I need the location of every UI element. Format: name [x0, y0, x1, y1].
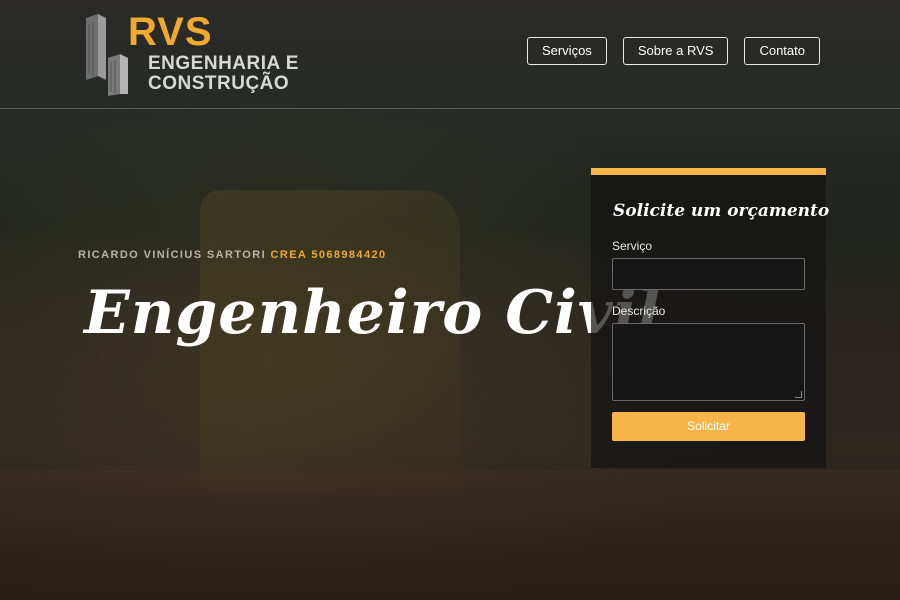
service-input[interactable] [612, 258, 805, 290]
textarea-resize-handle[interactable] [795, 391, 802, 398]
nav-sobre-button[interactable]: Sobre a RVS [622, 37, 729, 65]
engineer-credentials: RICARDO VINÍCIUS SARTORI CREA 5068984420 [78, 249, 387, 261]
logo-rvs-text: RVS [128, 10, 213, 54]
nav-servicos-button[interactable]: Serviços [526, 37, 607, 65]
description-textarea[interactable] [612, 323, 805, 401]
description-label: Descrição [612, 304, 666, 318]
crea-number: CREA 5068984420 [270, 249, 387, 261]
quote-form-title: Solicite um orçamento [613, 201, 830, 221]
main-nav: Serviços Sobre a RVS Contato [526, 37, 820, 65]
engineer-name: RICARDO VINÍCIUS SARTORI [78, 249, 267, 261]
nav-contato-button[interactable]: Contato [744, 37, 820, 65]
rvs-logo[interactable]: RVS ENGENHARIA E CONSTRUÇÃO [84, 10, 299, 96]
solicitar-button[interactable]: Solicitar [612, 412, 805, 441]
logo-subtitle: ENGENHARIA E CONSTRUÇÃO [148, 54, 299, 94]
hero-title: Engenheiro Civil [84, 278, 662, 348]
quote-request-card: Solicite um orçamento Serviço Descrição … [591, 168, 830, 468]
service-label: Serviço [612, 239, 653, 253]
logo-line-1: ENGENHARIA E [148, 53, 299, 74]
site-header: RVS ENGENHARIA E CONSTRUÇÃO Serviços Sob… [0, 0, 900, 109]
logo-line-2: CONSTRUÇÃO [148, 73, 290, 94]
